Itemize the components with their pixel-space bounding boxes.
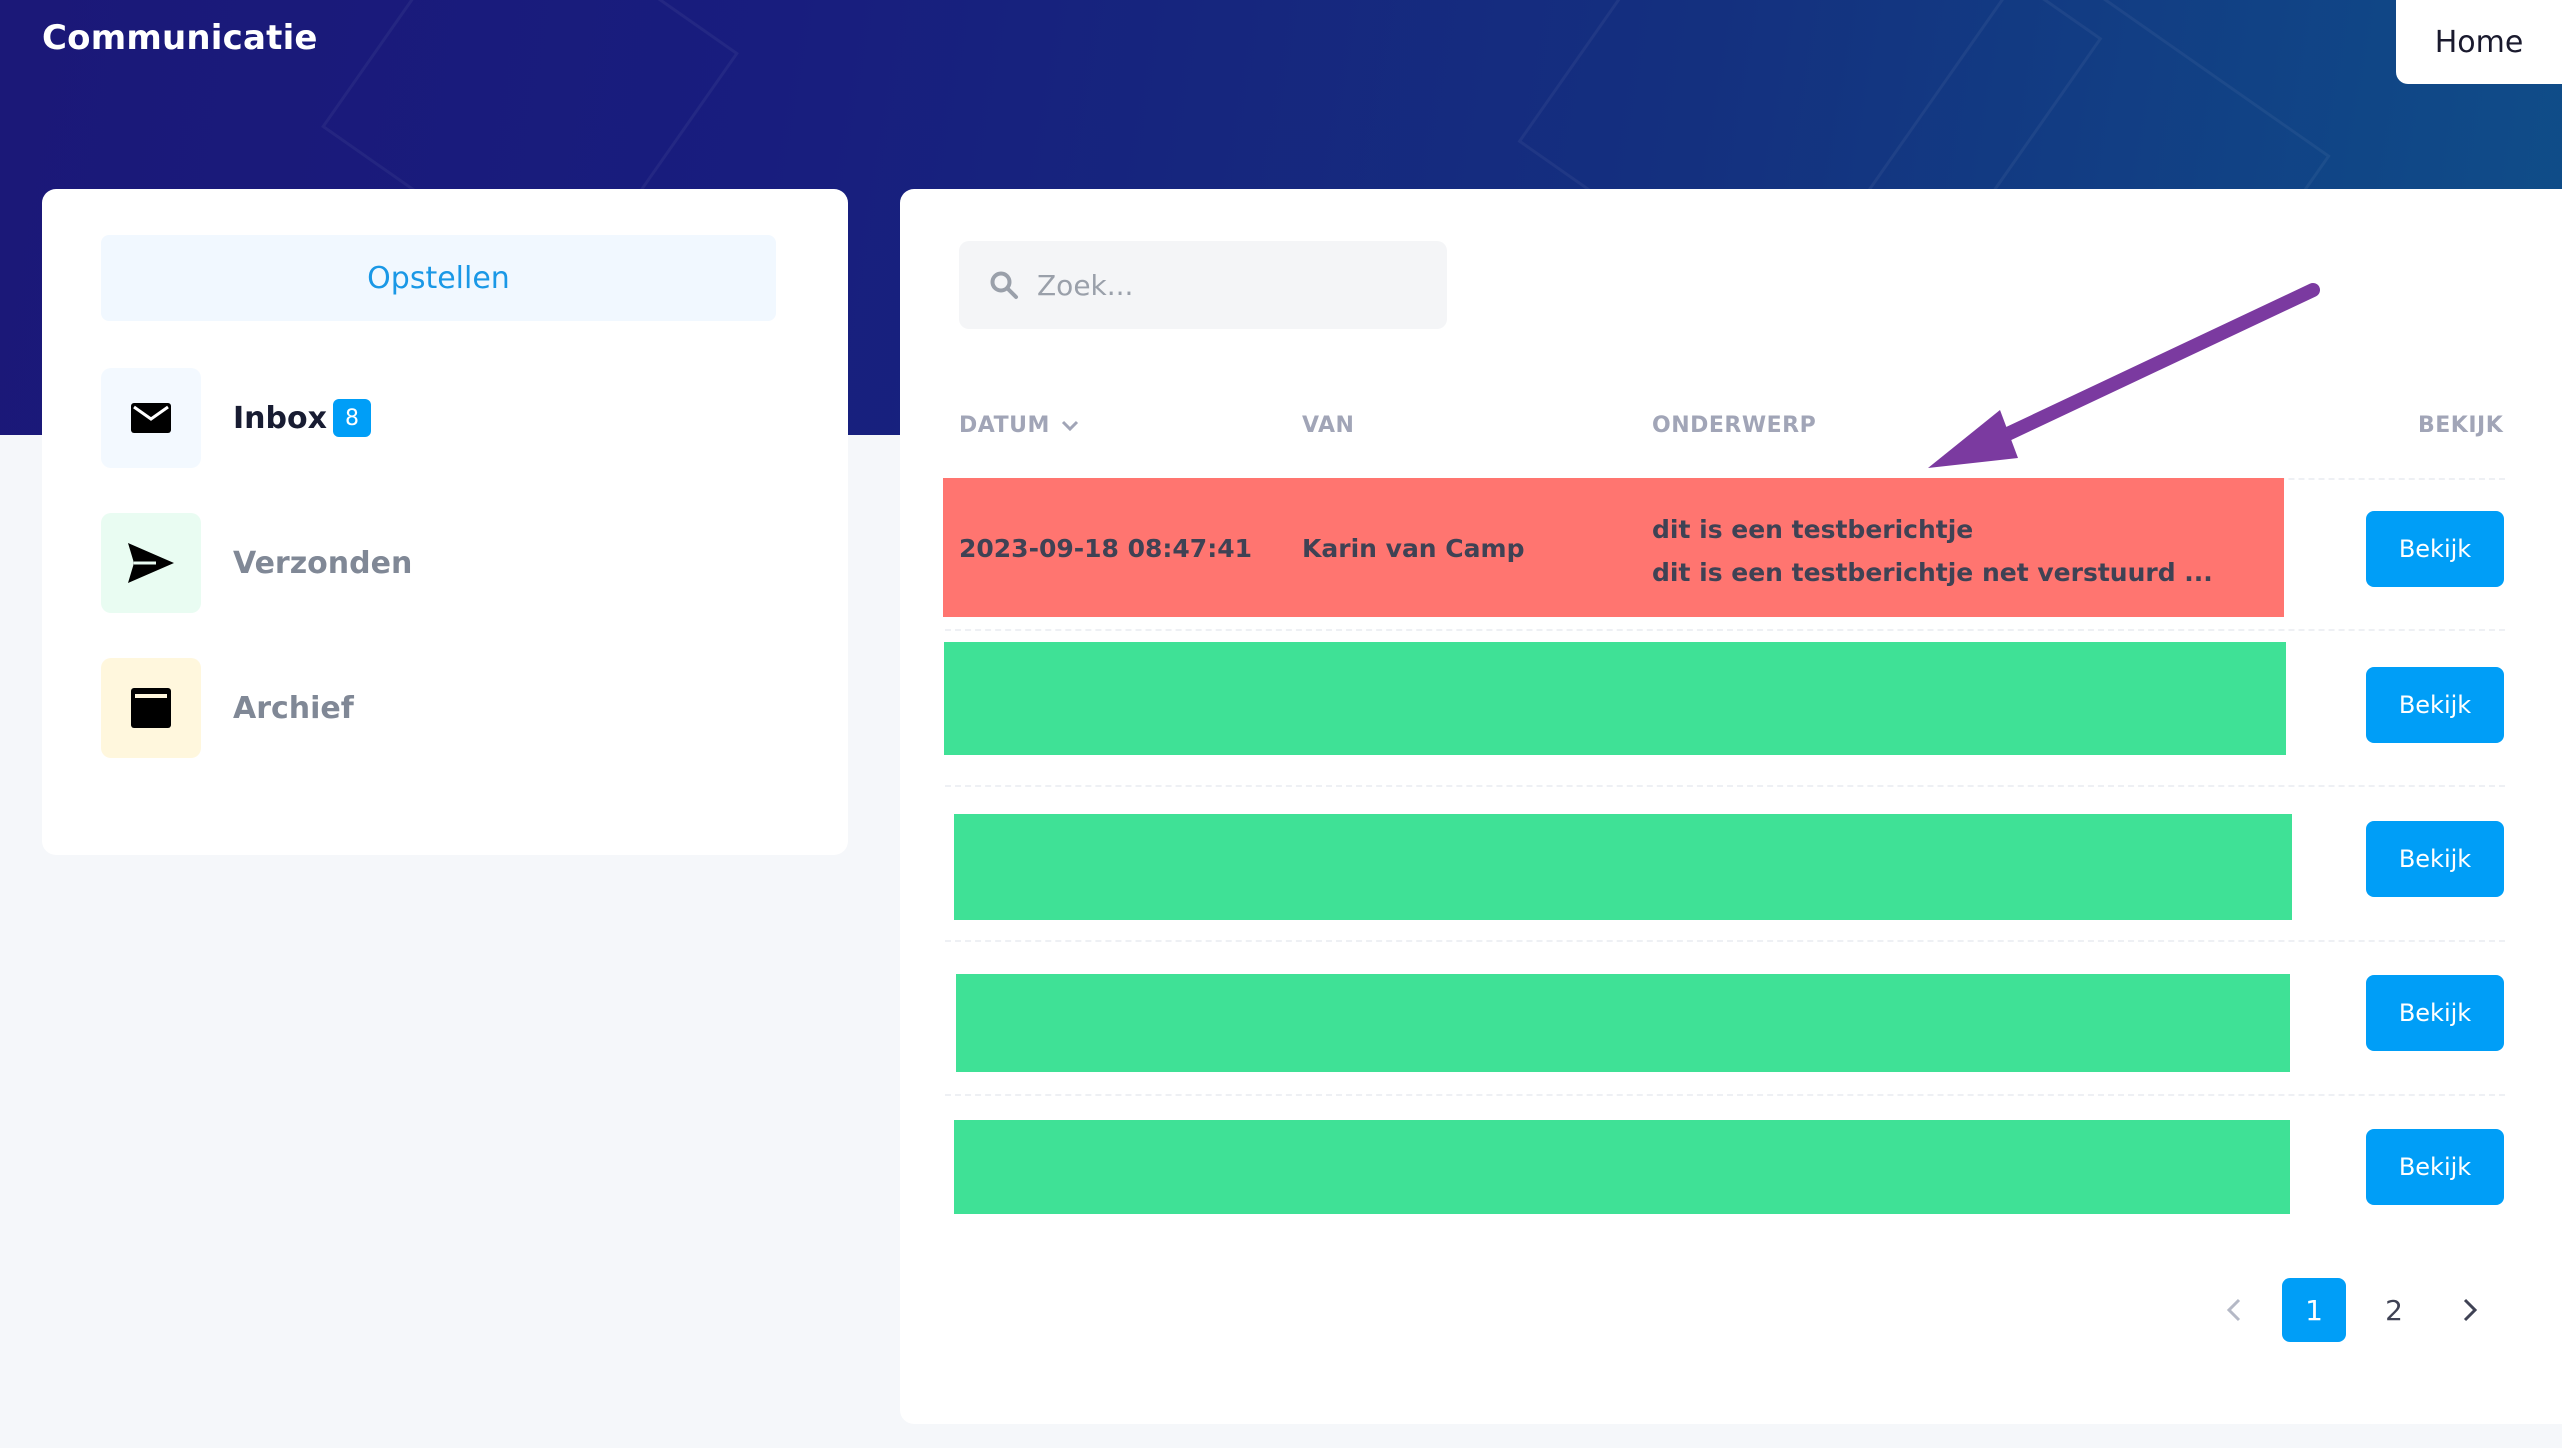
sidebar-item-sent[interactable]: Verzonden xyxy=(101,513,801,613)
home-button[interactable]: Home xyxy=(2396,0,2562,84)
table-row-redacted xyxy=(956,974,2290,1072)
column-header-from: VAN xyxy=(1302,413,1355,438)
chevron-right-icon xyxy=(2463,1298,2478,1322)
mailbox-sidebar: Opstellen Inbox 8 Verzonden Archief xyxy=(42,189,848,855)
search-icon xyxy=(990,271,1018,299)
pagination-prev-button[interactable] xyxy=(2202,1278,2266,1342)
unread-count-badge: 8 xyxy=(332,399,371,437)
pagination-next-button[interactable] xyxy=(2438,1278,2502,1342)
sidebar-item-inbox[interactable]: Inbox 8 xyxy=(101,368,801,468)
table-row-redacted xyxy=(944,642,2286,755)
envelope-icon xyxy=(101,368,201,468)
search-input[interactable] xyxy=(1037,268,1417,302)
view-button[interactable]: Bekijk xyxy=(2366,667,2504,743)
column-header-date[interactable]: DATUM xyxy=(959,413,1080,438)
table-row-redacted xyxy=(954,814,2292,920)
chevron-down-icon xyxy=(1061,420,1078,431)
sidebar-item-label: Archief xyxy=(233,690,354,726)
sidebar-item-label: Inbox xyxy=(233,400,327,436)
message-sender: Karin van Camp xyxy=(1302,534,1525,563)
view-button[interactable]: Bekijk xyxy=(2366,1129,2504,1205)
table-row-redacted xyxy=(954,1120,2290,1214)
page-title: Communicatie xyxy=(42,18,318,58)
archive-icon xyxy=(101,658,201,758)
search-box[interactable] xyxy=(959,241,1447,329)
message-preview: dit is een testberichtje net verstuurd .… xyxy=(1652,558,2213,587)
view-button[interactable]: Bekijk xyxy=(2366,975,2504,1051)
column-header-view: BEKIJK xyxy=(2418,413,2504,438)
message-list-panel: DATUM VAN ONDERWERP BEKIJK 2023-09-18 08… xyxy=(900,189,2562,1424)
sidebar-item-label: Verzonden xyxy=(233,545,413,581)
sidebar-item-archive[interactable]: Archief xyxy=(101,658,801,758)
message-date: 2023-09-18 08:47:41 xyxy=(959,534,1252,563)
view-button[interactable]: Bekijk xyxy=(2366,821,2504,897)
column-header-label: DATUM xyxy=(959,413,1050,438)
chevron-left-icon xyxy=(2226,1298,2241,1322)
pagination-page-2[interactable]: 2 xyxy=(2362,1278,2426,1342)
column-header-subject: ONDERWERP xyxy=(1652,413,1817,438)
message-subject: dit is een testberichtje xyxy=(1652,515,1974,544)
compose-button[interactable]: Opstellen xyxy=(101,235,776,321)
view-button[interactable]: Bekijk xyxy=(2366,511,2504,587)
pagination-page-1[interactable]: 1 xyxy=(2282,1278,2346,1342)
send-icon xyxy=(101,513,201,613)
